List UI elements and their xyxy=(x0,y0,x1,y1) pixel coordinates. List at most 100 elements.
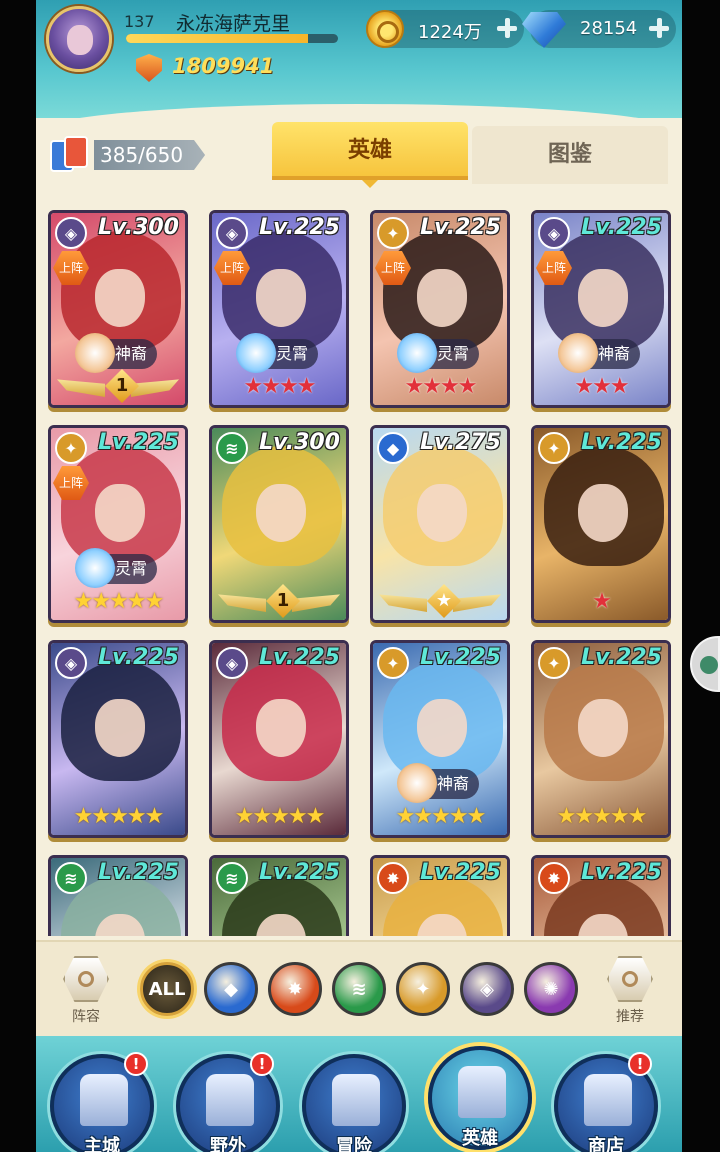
recommend-button[interactable]: 推荐 xyxy=(602,956,658,1026)
add-gold-button[interactable] xyxy=(496,17,518,39)
hero-card[interactable]: ≋ Lv.225 xyxy=(48,855,188,936)
water-faction-icon: ◆ xyxy=(377,432,409,464)
class-emblem-icon xyxy=(75,333,115,373)
main-city-icon xyxy=(80,1074,128,1126)
filter-all-button[interactable]: ALL xyxy=(140,962,194,1016)
hero-class-tag: 灵霄 xyxy=(75,548,158,588)
class-emblem-icon xyxy=(75,548,115,588)
star-icon: ★ xyxy=(243,374,264,399)
hero-card[interactable]: ✦ Lv.225 上阵 灵霄 ★★★★★ xyxy=(48,425,188,623)
hero-card[interactable]: ◈ Lv.225 ★★★★★ xyxy=(48,640,188,838)
hero-level: Lv.225 xyxy=(259,860,340,885)
star-rating: ★★★★★ xyxy=(51,803,185,831)
filter-water-button[interactable]: ◆ xyxy=(204,962,258,1016)
star-icon: ★ xyxy=(395,804,416,829)
nature-faction-icon: ≋ xyxy=(216,432,248,464)
star-icon: ★ xyxy=(261,374,281,399)
fire-faction-icon: ✸ xyxy=(538,862,570,894)
nav-wilds[interactable]: 野外! xyxy=(176,1052,280,1152)
star-icon: ★ xyxy=(466,804,487,829)
star-icon: ★ xyxy=(126,589,147,614)
star-icon: ★ xyxy=(627,804,648,829)
filter-chaos-button[interactable]: ✺ xyxy=(524,962,578,1016)
star-icon: ★ xyxy=(574,374,594,399)
add-gem-button[interactable] xyxy=(648,17,670,39)
star-icon: ★ xyxy=(592,804,612,829)
hero-level: Lv.225 xyxy=(581,215,662,240)
class-emblem-icon xyxy=(236,333,276,373)
fire-faction-icon: ✸ xyxy=(287,978,303,1000)
nav-main-city[interactable]: 主城! xyxy=(50,1052,154,1152)
hero-level: Lv.225 xyxy=(581,860,662,885)
hero-level: Lv.225 xyxy=(98,430,179,455)
filter-void-button[interactable]: ◈ xyxy=(460,962,514,1016)
floating-assistant-button[interactable] xyxy=(690,636,720,692)
hero-card[interactable]: ≋ Lv.225 xyxy=(209,855,349,936)
star-icon: ★ xyxy=(440,374,460,399)
lineup-icon xyxy=(63,956,109,1002)
light-faction-icon: ✦ xyxy=(377,217,409,249)
star-icon: ★ xyxy=(609,804,630,829)
star-icon: ★ xyxy=(556,804,577,829)
nav-heroes[interactable]: 英雄 xyxy=(428,1046,532,1150)
nature-faction-icon: ≋ xyxy=(55,862,87,894)
power-shield-icon xyxy=(136,54,162,82)
star-icon: ★ xyxy=(109,589,129,614)
chaos-faction-icon: ✺ xyxy=(543,978,559,1000)
void-faction-icon: ◈ xyxy=(480,978,494,1000)
nav-label: 野外 xyxy=(210,1136,246,1152)
star-rating: ★★★★★ xyxy=(534,803,668,831)
hero-card[interactable]: ✦ Lv.225 上阵 灵霄 ★★★★ xyxy=(370,210,510,408)
bottom-navigation: 主城! 野外! 冒险 英雄 商店! xyxy=(36,1036,682,1152)
nature-faction-icon: ≋ xyxy=(351,978,367,1000)
lineup-button[interactable]: 阵容 xyxy=(58,956,114,1026)
tab-codex[interactable]: 图鉴 xyxy=(472,126,668,184)
hero-card[interactable]: ≋ Lv.300 1 xyxy=(209,425,349,623)
wilds-icon xyxy=(206,1074,254,1126)
notification-badge: ! xyxy=(628,1052,652,1076)
nav-adventure[interactable]: 冒险 xyxy=(302,1054,406,1152)
hero-card[interactable]: ◈ Lv.225 ★★★★★ xyxy=(209,640,349,838)
hero-card[interactable]: ◆ Lv.275 ★ xyxy=(370,425,510,623)
hero-card[interactable]: ✦ Lv.225 神裔 ★★★★★ xyxy=(370,640,510,838)
light-faction-icon: ✦ xyxy=(538,432,570,464)
hero-card[interactable]: ◈ Lv.300 上阵 神裔 1 xyxy=(48,210,188,408)
star-rating: ★★★★★ xyxy=(373,803,507,831)
void-faction-icon: ◈ xyxy=(216,647,248,679)
winged-rank-badge: ★ xyxy=(379,584,501,618)
hero-card[interactable]: ✦ Lv.225 ★★★★★ xyxy=(531,640,671,838)
hero-class-label: 神裔 xyxy=(437,774,470,793)
hero-card[interactable]: ◈ Lv.225 上阵 灵霄 ★★★★ xyxy=(209,210,349,408)
tab-heroes[interactable]: 英雄 xyxy=(272,122,468,188)
star-icon: ★ xyxy=(592,374,612,399)
gem-value: 28154 xyxy=(580,18,638,39)
hero-level: Lv.225 xyxy=(420,645,501,670)
hero-card[interactable]: ✸ Lv.225 xyxy=(531,855,671,936)
star-icon: ★ xyxy=(252,804,272,829)
filter-fire-button[interactable]: ✸ xyxy=(268,962,322,1016)
star-icon: ★ xyxy=(144,589,165,614)
rank-medal: 1 xyxy=(105,369,139,403)
star-icon: ★ xyxy=(448,804,469,829)
hero-level: Lv.225 xyxy=(98,860,179,885)
water-faction-icon: ◆ xyxy=(224,978,238,1000)
filter-light-button[interactable]: ✦ xyxy=(396,962,450,1016)
hero-card[interactable]: ✦ Lv.225 ★ xyxy=(531,425,671,623)
class-emblem-icon xyxy=(397,763,437,803)
hero-level: Lv.225 xyxy=(420,215,501,240)
star-icon: ★ xyxy=(279,374,299,399)
nav-label: 冒险 xyxy=(336,1136,372,1152)
winged-rank-badge: 1 xyxy=(57,369,179,403)
hero-card[interactable]: ✸ Lv.225 xyxy=(370,855,510,936)
gold-value: 1224万 xyxy=(418,22,482,43)
nav-shop[interactable]: 商店! xyxy=(554,1052,658,1152)
void-faction-icon: ◈ xyxy=(216,217,248,249)
hero-card[interactable]: ◈ Lv.225 上阵 神裔 ★★★ xyxy=(531,210,671,408)
filter-nature-button[interactable]: ≋ xyxy=(332,962,386,1016)
hero-level: Lv.225 xyxy=(581,430,662,455)
star-icon: ★ xyxy=(144,804,165,829)
star-icon: ★ xyxy=(592,589,612,614)
player-avatar[interactable] xyxy=(46,6,112,72)
player-level: 137 xyxy=(124,12,155,31)
void-faction-icon: ◈ xyxy=(538,217,570,249)
